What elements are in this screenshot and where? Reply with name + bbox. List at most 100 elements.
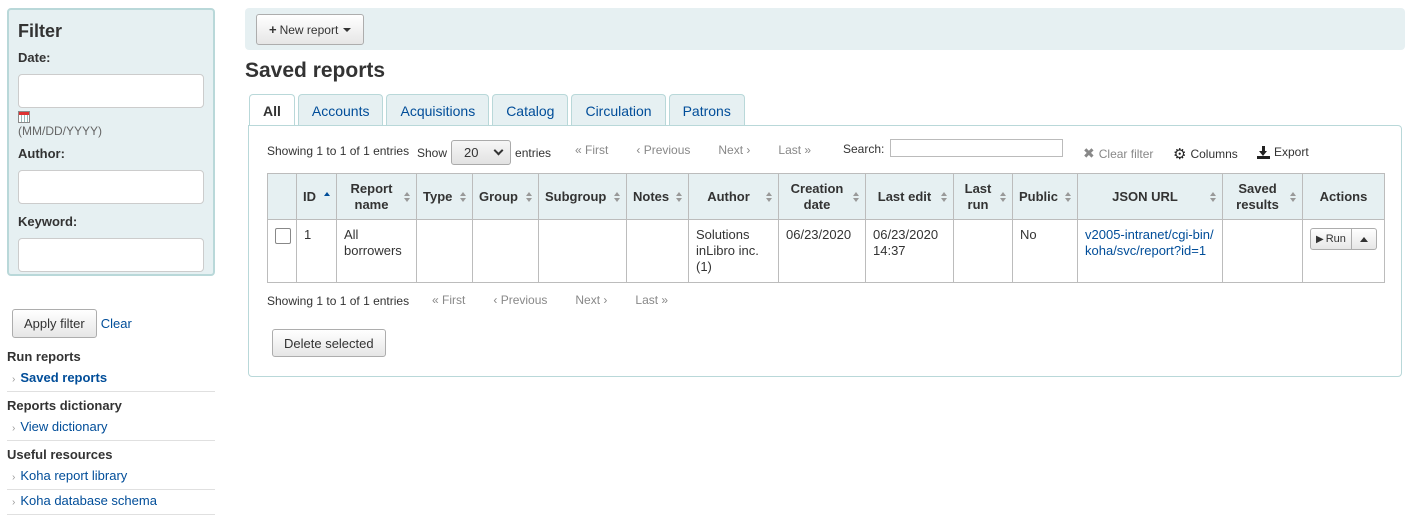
column-header-id[interactable]: ID (296, 173, 337, 220)
keyword-label: Keyword: (18, 214, 78, 229)
pager-next[interactable]: Next › (718, 143, 750, 157)
tab-accounts[interactable]: Accounts (297, 94, 384, 126)
date-label: Date: (18, 50, 51, 65)
column-header-author[interactable]: Author (688, 173, 779, 220)
pager-first[interactable]: « First (432, 293, 465, 307)
pager-bottom: « First ‹ Previous Next › Last » (432, 293, 668, 307)
cell-group (472, 219, 539, 283)
close-icon: ✖ (1083, 145, 1095, 161)
nav-item-koha-report-library[interactable]: › Koha report library (7, 465, 215, 490)
gear-icon: ⚙ (1173, 146, 1187, 163)
caret-down-icon (343, 27, 352, 32)
export-label: Export (1274, 145, 1309, 159)
cell-json-url: v2005-intranet/cgi-bin/koha/svc/report?i… (1077, 219, 1223, 283)
filter-title: Filter (18, 21, 63, 41)
column-header-actions: Actions (1302, 173, 1385, 220)
plus-icon: + (269, 22, 277, 37)
page-length-control: Show 20 entries (417, 140, 551, 165)
column-header-subgroup[interactable]: Subgroup (538, 173, 627, 220)
columns-button[interactable]: ⚙ Columns (1173, 145, 1238, 163)
cell-type (416, 219, 473, 283)
page-length-value: 20 (464, 145, 479, 160)
search-input[interactable] (890, 139, 1064, 157)
column-header-notes[interactable]: Notes (626, 173, 689, 220)
date-format-hint: (MM/DD/YYYY) (18, 124, 102, 138)
sort-icon (941, 191, 949, 202)
page-length-select[interactable]: 20 (451, 140, 512, 165)
pager-last[interactable]: Last » (778, 143, 811, 157)
column-header-creation-date[interactable]: Creation date (778, 173, 866, 220)
cell-last-run (953, 219, 1013, 283)
export-button[interactable]: Export (1257, 145, 1309, 159)
chevron-right-icon: › (12, 472, 16, 483)
column-header-report-name[interactable]: Report name (336, 173, 417, 220)
author-label: Author: (18, 146, 65, 161)
clear-filter-link[interactable]: Clear (101, 316, 132, 331)
row-select-cell (267, 219, 297, 283)
new-report-button[interactable]: + New report (256, 14, 365, 45)
cell-saved-results (1222, 219, 1303, 283)
search-label: Search: (843, 141, 885, 156)
sort-icon (526, 191, 534, 202)
tab-catalog[interactable]: Catalog (492, 94, 569, 126)
calendar-icon[interactable] (18, 111, 30, 123)
table-search: Search: (843, 139, 1064, 157)
run-button-group: ▶ Run (1310, 228, 1377, 250)
column-header-last-edit[interactable]: Last edit (865, 173, 954, 220)
column-header-last-run[interactable]: Last run (953, 173, 1013, 220)
new-report-label: New report (279, 22, 339, 37)
column-header-saved-results[interactable]: Saved results (1222, 173, 1303, 220)
tab-circulation[interactable]: Circulation (571, 94, 666, 126)
json-url-link[interactable]: v2005-intranet/cgi-bin/koha/svc/report?i… (1085, 227, 1214, 258)
cell-id: 1 (296, 219, 337, 283)
nav-item-view-dictionary[interactable]: › View dictionary (7, 416, 215, 441)
row-checkbox[interactable] (275, 228, 291, 244)
nav-item-koha-database-schema[interactable]: › Koha database schema (7, 490, 215, 515)
filter-panel: Filter Date: (MM/DD/YYYY) Author: Keywor… (7, 8, 215, 276)
sort-icon (1210, 191, 1218, 202)
cell-subgroup (538, 219, 627, 283)
clear-filter-button[interactable]: ✖ Clear filter (1083, 145, 1153, 162)
delete-selected-button[interactable]: Delete selected (272, 329, 386, 357)
column-header-type[interactable]: Type (416, 173, 473, 220)
date-input[interactable] (18, 74, 204, 108)
reports-side-nav: Run reports › Saved reports Reports dicti… (7, 347, 215, 515)
run-report-button[interactable]: ▶ Run (1310, 228, 1352, 250)
pager-previous[interactable]: ‹ Previous (636, 143, 690, 157)
keyword-input[interactable] (18, 238, 204, 272)
apply-filter-button[interactable]: Apply filter (12, 309, 97, 338)
tab-all[interactable]: All (249, 94, 295, 127)
nav-heading-run-reports: Run reports (7, 349, 81, 364)
sort-icon (404, 191, 412, 202)
run-options-toggle[interactable] (1351, 228, 1377, 250)
sort-asc-icon (324, 191, 332, 202)
cell-actions: ▶ Run (1302, 219, 1385, 283)
tab-patrons[interactable]: Patrons (668, 94, 745, 126)
tab-acquisitions[interactable]: Acquisitions (386, 94, 490, 126)
pager-first[interactable]: « First (575, 143, 608, 157)
column-header-json-url[interactable]: JSON URL (1077, 173, 1223, 220)
pager-last[interactable]: Last » (635, 293, 668, 307)
table-info-bottom: Showing 1 to 1 of 1 entries (267, 294, 410, 308)
cell-author: Solutions inLibro inc. (1) (688, 219, 779, 283)
reports-panel: Showing 1 to 1 of 1 entries Show 20 entr… (248, 125, 1402, 377)
chevron-right-icon: › (12, 374, 16, 385)
column-header-public[interactable]: Public (1012, 173, 1078, 220)
chevron-right-icon: › (12, 497, 16, 508)
sort-icon (614, 191, 622, 202)
sort-icon (1290, 191, 1298, 202)
sort-icon (853, 191, 861, 202)
nav-item-saved-reports[interactable]: › Saved reports (7, 367, 215, 392)
author-input[interactable] (18, 170, 204, 204)
saved-reports-table: ID Report name Type Group Subgroup Notes… (267, 173, 1385, 283)
columns-label: Columns (1190, 147, 1238, 161)
chevron-down-icon (493, 145, 504, 156)
nav-heading-reports-dictionary: Reports dictionary (7, 398, 122, 413)
table-info-top: Showing 1 to 1 of 1 entries (267, 144, 410, 158)
show-label: Show (417, 145, 448, 160)
pager-next[interactable]: Next › (575, 293, 607, 307)
pager-previous[interactable]: ‹ Previous (493, 293, 547, 307)
column-header-group[interactable]: Group (472, 173, 539, 220)
table-row: 1 All borrowers Solutions inLibro inc. (… (267, 219, 1385, 283)
caret-up-icon (1359, 236, 1368, 242)
